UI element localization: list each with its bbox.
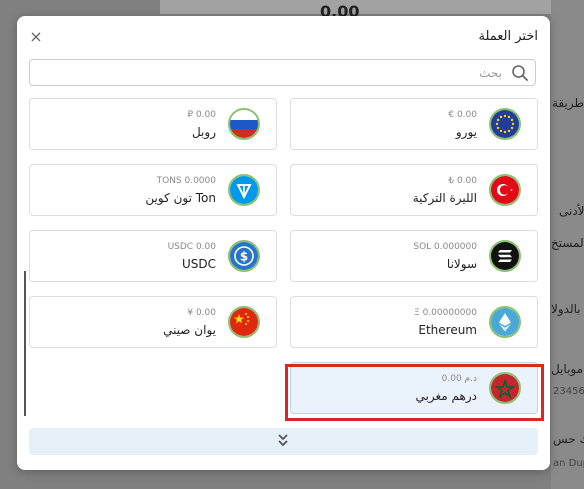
turkey-flag-icon — [489, 174, 521, 206]
background-label: an Dup — [553, 458, 584, 469]
currency-balance: ₺ 0.00 — [448, 176, 477, 186]
background-label: الأدنى — [559, 204, 584, 218]
currency-name: الليرة التركية — [412, 191, 477, 205]
svg-text:$: $ — [240, 250, 248, 264]
currency-balance: € 0.00 — [448, 110, 477, 120]
scrollbar[interactable] — [24, 271, 26, 416]
ethereum-icon — [489, 306, 521, 338]
currency-card-sol[interactable]: SOL 0.000000 سولانا — [290, 230, 538, 282]
currency-card-ton[interactable]: TONS 0.0000 Ton تون كوين — [29, 164, 277, 216]
currency-balance: Ξ 0.00000000 — [414, 308, 477, 318]
usdc-icon: $ — [228, 240, 260, 272]
eu-flag-icon — [489, 108, 521, 140]
currency-balance: TONS 0.0000 — [156, 176, 216, 186]
solana-icon — [489, 240, 521, 272]
currency-balance: SOL 0.000000 — [413, 242, 477, 252]
currency-card-try[interactable]: ₺ 0.00 الليرة التركية — [290, 164, 538, 216]
search-input[interactable] — [30, 60, 510, 85]
currency-card-eur[interactable]: € 0.00 يورو — [290, 98, 538, 150]
currency-balance: ₽ 0.00 — [187, 110, 216, 120]
toncoin-icon — [228, 174, 260, 206]
currency-picker-dialog: × اختر العملة € 0.00 يورو ₽ 0.00 روبل — [17, 16, 550, 470]
background-label: بالك حس — [553, 432, 584, 446]
background-label: طريقة — [552, 96, 584, 110]
currency-card-eth[interactable]: Ξ 0.00000000 Ethereum — [290, 296, 538, 348]
currency-name: يوان صيني — [163, 323, 216, 337]
currency-card-mad[interactable]: 0.00 د.م درهم مغربي — [290, 362, 538, 414]
background-label: بالدولا — [551, 302, 581, 316]
currency-card-usdc[interactable]: $ USDC 0.00 USDC — [29, 230, 277, 282]
currency-balance: ¥ 0.00 — [187, 308, 216, 318]
currency-balance: 0.00 د.م — [441, 374, 477, 384]
search-icon — [512, 65, 528, 81]
currency-name: Ton تون كوين — [145, 191, 216, 205]
double-chevron-down-icon — [278, 434, 288, 447]
currency-name: USDC — [181, 257, 216, 271]
morocco-flag-icon — [489, 372, 521, 404]
currency-name: يورو — [455, 125, 477, 139]
russia-flag-icon — [228, 108, 260, 140]
currency-name: درهم مغربي — [415, 389, 477, 403]
currency-balance: USDC 0.00 — [167, 242, 216, 252]
background-header-strip — [160, 0, 584, 14]
currency-card-cny[interactable]: ¥ 0.00 يوان صيني — [29, 296, 277, 348]
background-label: 234567 — [553, 386, 584, 397]
currency-name: Ethereum — [418, 323, 477, 337]
dialog-title: اختر العملة — [478, 29, 538, 44]
background-label: موبايل — [551, 362, 584, 376]
currency-card-rub[interactable]: ₽ 0.00 روبل — [29, 98, 277, 150]
close-icon[interactable]: × — [27, 28, 45, 46]
search-box — [29, 59, 536, 86]
background-label: المستخ — [551, 236, 584, 250]
currency-name: سولانا — [446, 257, 477, 271]
currency-name: روبل — [191, 125, 216, 139]
china-flag-icon — [228, 306, 260, 338]
load-more-button[interactable] — [29, 428, 538, 455]
